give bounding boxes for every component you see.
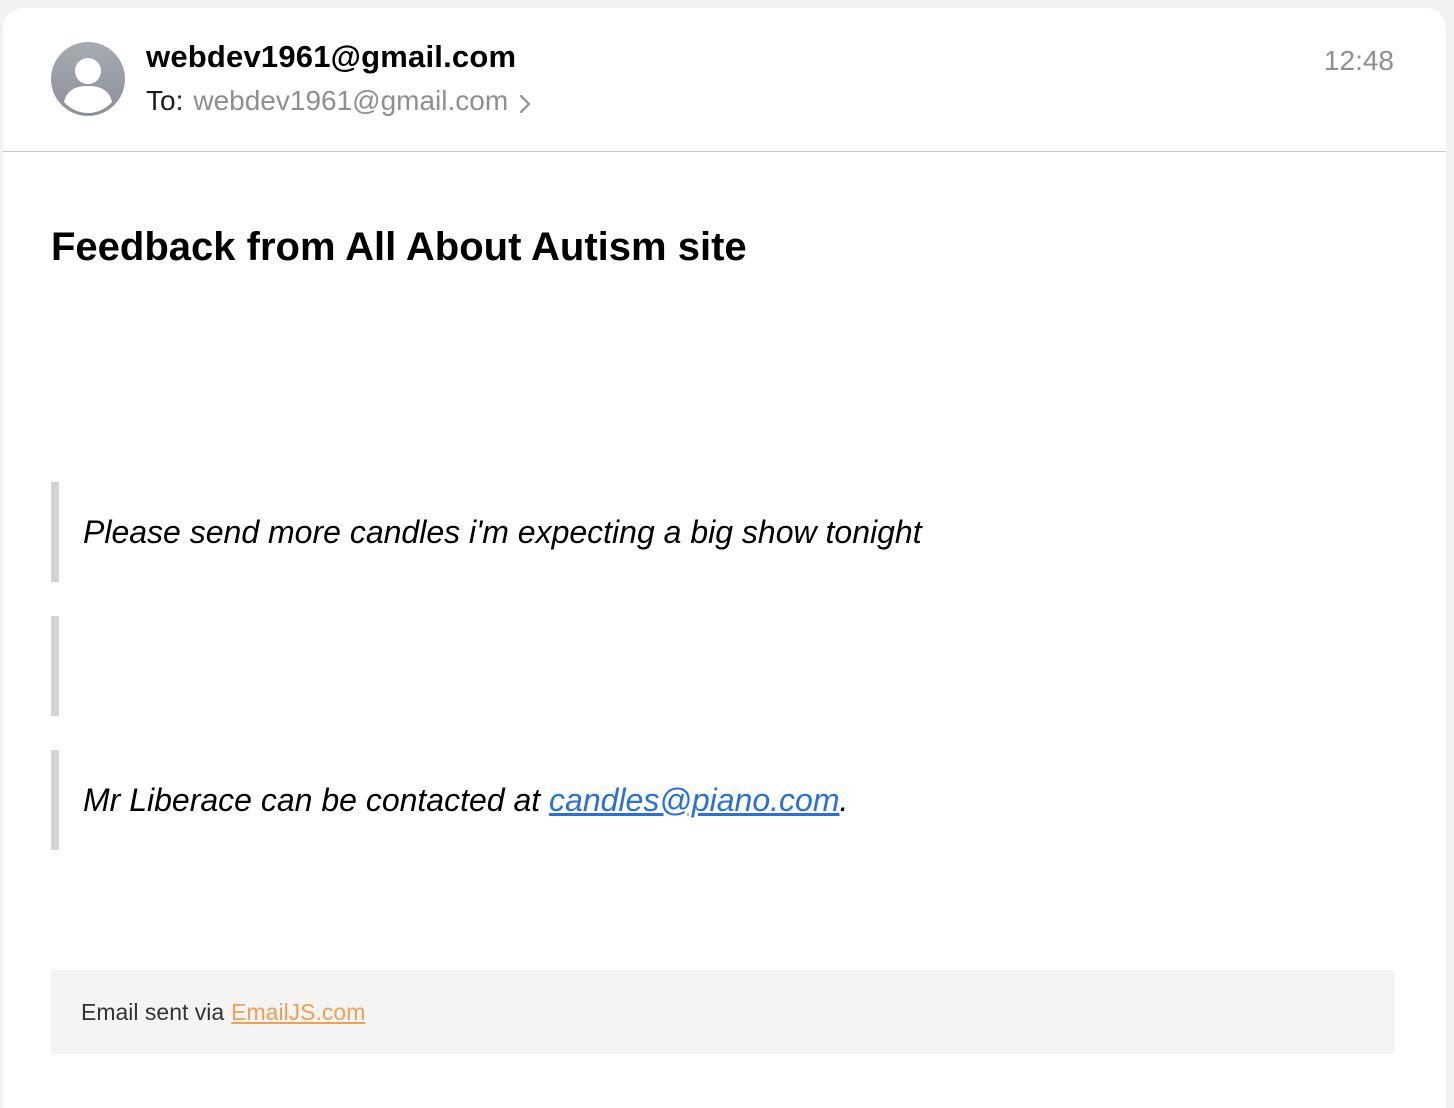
emailjs-link[interactable]: EmailJS.com [231, 999, 365, 1026]
email-window: webdev1961@gmail.com To: webdev1961@gmai… [3, 8, 1446, 1108]
email-footer: Email sent via EmailJS.com [51, 970, 1395, 1054]
footer-text: Email sent via EmailJS.com [81, 970, 365, 1054]
message-text-3: Mr Liberace can be contacted at candles@… [83, 750, 848, 850]
message-quote-1: Please send more candles i'm expecting a… [51, 482, 1351, 582]
message-text-1: Please send more candles i'm expecting a… [83, 513, 922, 550]
sender-avatar-icon[interactable] [51, 42, 125, 116]
contact-prefix: Mr Liberace can be contacted at [83, 781, 550, 818]
chevron-right-icon[interactable] [518, 90, 532, 114]
to-label: To: [146, 85, 184, 116]
email-header: webdev1961@gmail.com To: webdev1961@gmai… [3, 8, 1446, 152]
recipient-address[interactable]: webdev1961@gmail.com [193, 85, 508, 117]
received-time: 12:48 [1323, 45, 1394, 76]
contact-email-link[interactable]: candles@piano.com [549, 782, 839, 819]
contact-suffix: . [839, 781, 849, 818]
sender-address[interactable]: webdev1961@gmail.com [146, 39, 516, 75]
message-quote-3: Mr Liberace can be contacted at candles@… [51, 750, 1351, 850]
email-subject: Feedback from All About Autism site [51, 225, 747, 269]
message-quote-2 [51, 616, 1351, 716]
footer-prefix: Email sent via [81, 998, 225, 1025]
recipient-line[interactable]: To: webdev1961@gmail.com [146, 85, 532, 117]
